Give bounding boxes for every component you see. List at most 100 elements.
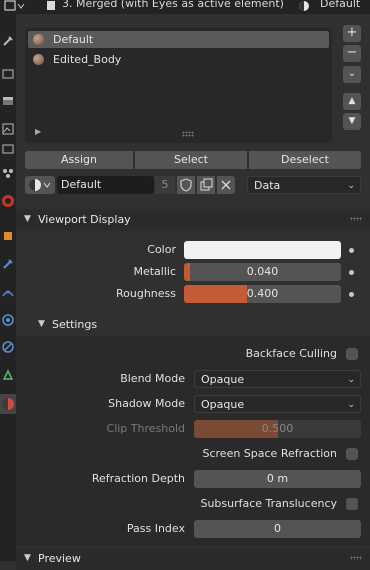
scene-tab-icon[interactable] <box>1 142 15 156</box>
panel-expand-icon: ▼ <box>24 214 31 224</box>
refraction-depth-field[interactable]: 0 m <box>194 470 361 488</box>
material-slot-label: Edited_Body <box>53 53 122 66</box>
sss-checkbox[interactable] <box>346 498 358 510</box>
material-slot-list: Default Edited_Body ▶ <box>25 28 332 143</box>
properties-header: 3. Merged (with Eyes as active element) … <box>0 0 370 14</box>
chevron-down-icon: ⌄ <box>347 181 355 191</box>
duplicate-material-button[interactable] <box>197 176 215 194</box>
properties-tabs <box>0 14 16 561</box>
duplicate-icon <box>200 178 213 191</box>
shield-icon <box>180 178 192 192</box>
move-slot-down-button[interactable]: ▼ <box>343 113 361 130</box>
material-preview-icon <box>33 34 44 45</box>
panel-title: Preview <box>38 552 81 565</box>
roughness-slider[interactable]: 0.400 <box>184 285 341 303</box>
object-tab-icon[interactable] <box>1 229 15 243</box>
list-filter-toggle-icon[interactable]: ▶ <box>35 127 41 136</box>
clip-threshold-label: Clip Threshold <box>106 422 185 435</box>
roughness-label: Roughness <box>115 287 176 300</box>
refraction-depth-value: 0 m <box>266 472 289 485</box>
roughness-fill <box>184 285 247 303</box>
editor-type-icon[interactable] <box>4 0 26 12</box>
backface-culling-checkbox[interactable] <box>346 348 358 360</box>
keyframe-dot[interactable] <box>349 270 354 275</box>
particles-tab-icon[interactable] <box>1 286 15 300</box>
move-slot-up-button[interactable]: ▲ <box>343 93 361 110</box>
shadow-mode-dropdown[interactable]: Opaque ⌄ <box>194 395 361 413</box>
link-dropdown-value: Data <box>254 179 281 192</box>
slot-specials-menu-button[interactable]: ⌄ <box>343 66 361 83</box>
assign-button[interactable]: Assign <box>25 151 133 169</box>
preview-panel-header[interactable]: ▼ Preview <box>16 548 370 570</box>
blend-mode-label: Blend Mode <box>120 372 185 385</box>
close-icon <box>221 180 231 190</box>
metallic-label: Metallic <box>133 265 176 278</box>
blend-mode-value: Opaque <box>201 373 245 386</box>
modifier-tab-icon[interactable] <box>1 257 15 271</box>
pass-index-field[interactable]: 0 <box>194 520 361 538</box>
pass-index-value: 0 <box>274 522 281 535</box>
panel-drag-grip[interactable] <box>350 556 362 560</box>
panel-title: Viewport Display <box>38 213 131 226</box>
clip-threshold-slider[interactable]: 0.500 <box>194 420 361 438</box>
constraints-tab-icon[interactable] <box>1 340 15 354</box>
add-slot-button[interactable]: + <box>343 25 361 42</box>
data-tab-icon[interactable] <box>1 368 15 382</box>
material-slot-edited-body[interactable]: Edited_Body <box>28 51 329 68</box>
material-slot-label: Default <box>53 33 94 46</box>
settings-panel-body <box>16 336 370 546</box>
material-name: Default <box>61 178 102 191</box>
shadow-mode-label: Shadow Mode <box>108 397 185 410</box>
chevron-down-icon: ⌄ <box>347 400 355 410</box>
render-tab-icon[interactable] <box>1 67 15 81</box>
metallic-slider[interactable]: 0.040 <box>184 263 341 281</box>
physics-tab-icon[interactable] <box>1 313 15 327</box>
link-dropdown[interactable]: Data ⌄ <box>247 176 361 194</box>
roughness-value: 0.400 <box>246 287 279 300</box>
tool-tab-icon[interactable] <box>1 34 15 48</box>
material-preview-icon <box>33 54 44 65</box>
chevron-down-icon: ⌄ <box>347 375 355 385</box>
unlink-material-button[interactable] <box>217 176 235 194</box>
color-swatch[interactable] <box>184 241 341 259</box>
user-count[interactable]: 5 <box>155 176 175 194</box>
panel-expand-icon: ▼ <box>24 553 31 563</box>
list-resize-grip[interactable] <box>182 131 194 137</box>
settings-panel-header[interactable]: ▼ Settings <box>16 314 370 336</box>
remove-slot-button[interactable]: − <box>343 45 361 62</box>
metallic-value: 0.040 <box>246 265 279 278</box>
collection-tab-icon[interactable] <box>1 194 15 208</box>
object-data-icon <box>45 0 57 12</box>
shadow-mode-value: Opaque <box>201 398 245 411</box>
panel-expand-icon: ▼ <box>38 319 45 329</box>
backface-culling-label: Backface Culling <box>245 347 337 360</box>
panel-drag-grip[interactable] <box>350 217 362 221</box>
material-name-field[interactable]: Default <box>57 176 154 194</box>
metallic-fill <box>184 263 191 281</box>
deselect-button[interactable]: Deselect <box>249 151 361 169</box>
browse-material-button[interactable] <box>25 176 55 194</box>
sss-label: Subsurface Translucency <box>200 497 337 510</box>
refraction-depth-label: Refraction Depth <box>91 472 185 485</box>
world-tab-icon[interactable] <box>1 166 15 180</box>
object-title: 3. Merged (with Eyes as active element) <box>62 0 284 10</box>
blend-mode-dropdown[interactable]: Opaque ⌄ <box>194 370 361 388</box>
material-sphere-icon <box>298 0 310 12</box>
panel-title: Settings <box>52 318 98 331</box>
material-browse-icon <box>29 179 51 191</box>
fake-user-button[interactable] <box>177 176 195 194</box>
material-tab-icon[interactable] <box>1 397 15 411</box>
clip-threshold-value: 0.500 <box>261 422 294 435</box>
color-label: Color <box>147 243 176 256</box>
ssr-label: Screen Space Refraction <box>202 447 337 460</box>
ssr-checkbox[interactable] <box>346 448 358 460</box>
keyframe-dot[interactable] <box>349 292 354 297</box>
select-button[interactable]: Select <box>135 151 247 169</box>
material-title: Default <box>320 0 361 10</box>
material-slot-default[interactable]: Default <box>28 31 329 48</box>
view-layer-tab-icon[interactable] <box>1 122 15 136</box>
output-tab-icon[interactable] <box>1 94 15 108</box>
keyframe-dot[interactable] <box>349 248 354 253</box>
viewport-display-panel-header[interactable]: ▼ Viewport Display <box>16 209 370 231</box>
pass-index-label: Pass Index <box>126 522 185 535</box>
